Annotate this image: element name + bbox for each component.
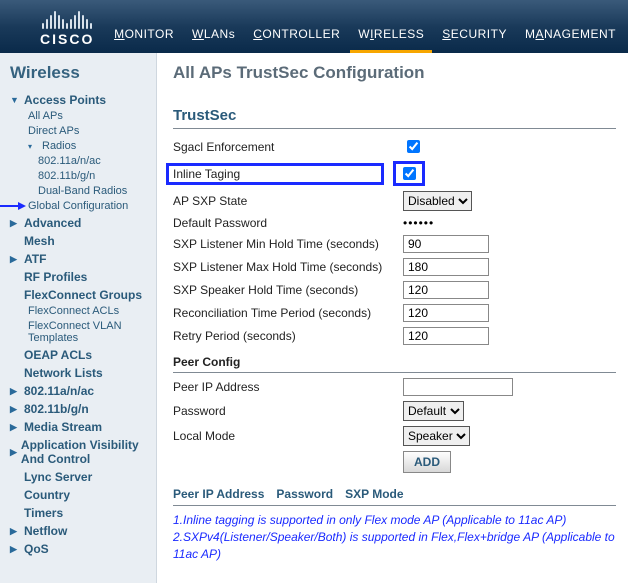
sidebar-item-80211b[interactable]: ▶802.11b/g/n [10, 402, 150, 416]
page-title: All APs TrustSec Configuration [173, 63, 616, 83]
nav-management[interactable]: MANAGEMENT [523, 23, 618, 47]
sidebar-item-radio-11a[interactable]: 802.11a/n/ac [28, 155, 150, 167]
caret-right-icon: ▶ [10, 404, 20, 415]
caret-right-icon: ▶ [10, 544, 20, 555]
input-reconciliation[interactable] [403, 304, 489, 322]
nav-wireless[interactable]: WIRELESS [356, 23, 426, 47]
nav-controller[interactable]: CONTROLLER [251, 23, 342, 47]
input-listener-min-hold[interactable] [403, 235, 489, 253]
sidebar-item-radios[interactable]: ▾Radios [28, 140, 150, 152]
section-peer-config: Peer Config [173, 351, 616, 373]
label-peer-ip: Peer IP Address [173, 380, 403, 394]
input-speaker-hold[interactable] [403, 281, 489, 299]
col-password: Password [276, 487, 333, 501]
arrow-right-icon [0, 201, 22, 211]
sidebar-item-qos[interactable]: ▶QoS [10, 542, 150, 556]
sidebar-item-oeap-acls[interactable]: OEAP ACLs [10, 348, 150, 362]
caret-down-icon: ▼ [10, 95, 20, 105]
sidebar-item-flexconnect-groups[interactable]: FlexConnect Groups [10, 288, 150, 302]
sidebar-item-80211a[interactable]: ▶802.11a/n/ac [10, 384, 150, 398]
footnotes: 1.Inline tagging is supported in only Fl… [173, 512, 616, 562]
label-default-password: Default Password [173, 216, 403, 230]
label-retry: Retry Period (seconds) [173, 329, 403, 343]
sidebar-title: Wireless [10, 63, 150, 83]
label-listener-min: SXP Listener Min Hold Time (seconds) [173, 237, 403, 251]
input-listener-max-hold[interactable] [403, 258, 489, 276]
sidebar-item-flexconnect-vlan[interactable]: FlexConnect VLAN Templates [28, 320, 150, 344]
sidebar-item-media-stream[interactable]: ▶Media Stream [10, 420, 150, 434]
sidebar-label: Access Points [24, 93, 106, 107]
sidebar-item-mesh[interactable]: Mesh [10, 234, 150, 248]
section-trustsec: TrustSec [173, 101, 616, 129]
sidebar-item-atf[interactable]: ▶ATF [10, 252, 150, 266]
brand-text: CISCO [40, 31, 94, 47]
caret-right-icon: ▶ [10, 422, 20, 433]
content-area: All APs TrustSec Configuration TrustSec … [157, 53, 628, 583]
label-listener-max: SXP Listener Max Hold Time (seconds) [173, 260, 403, 274]
sidebar-item-netflow[interactable]: ▶Netflow [10, 524, 150, 538]
sidebar-item-app-visibility[interactable]: ▶Application Visibility And Control [10, 438, 150, 466]
sidebar-item-all-aps[interactable]: All APs [28, 110, 150, 122]
input-retry-period[interactable] [403, 327, 489, 345]
checkbox-inline-tagging[interactable] [403, 167, 416, 180]
sidebar-item-advanced[interactable]: ▶Advanced [10, 216, 150, 230]
caret-right-icon: ▶ [10, 447, 17, 458]
select-peer-password[interactable]: Default [403, 401, 464, 421]
label-speaker-hold: SXP Speaker Hold Time (seconds) [173, 283, 403, 297]
sidebar-item-access-points[interactable]: ▼ Access Points [10, 93, 150, 107]
sidebar-item-flexconnect-acls[interactable]: FlexConnect ACLs [28, 305, 150, 317]
sidebar-item-country[interactable]: Country [10, 488, 150, 502]
caret-right-icon: ▶ [10, 218, 20, 229]
label-sxp-state: AP SXP State [173, 194, 403, 208]
col-sxp-mode: SXP Mode [345, 487, 403, 501]
sidebar-item-radio-dual[interactable]: Dual-Band Radios [28, 185, 150, 197]
checkbox-sgacl-enforcement[interactable] [407, 140, 420, 153]
nav-monitor[interactable]: MONITOR [112, 23, 176, 47]
add-button[interactable]: ADD [403, 451, 451, 473]
label-inline-tagging: Inline Taging [166, 163, 384, 185]
nav-wlans[interactable]: WLANs [190, 23, 237, 47]
select-local-mode[interactable]: Speaker [403, 426, 470, 446]
value-default-password: •••••• [403, 216, 434, 230]
caret-right-icon: ▶ [10, 386, 20, 397]
label-peer-password: Password [173, 404, 403, 418]
select-ap-sxp-state[interactable]: Disabled [403, 191, 472, 211]
caret-right-icon: ▶ [10, 254, 20, 265]
sidebar-item-global-config[interactable]: Global Configuration [28, 200, 150, 212]
sidebar-item-rf-profiles[interactable]: RF Profiles [10, 270, 150, 284]
caret-right-icon: ▶ [10, 526, 20, 537]
peer-table-header: Peer IP Address Password SXP Mode [173, 483, 616, 506]
brand-logo: CISCO [0, 11, 94, 53]
label-reconciliation: Reconciliation Time Period (seconds) [173, 306, 403, 320]
caret-down-icon: ▾ [28, 142, 38, 151]
cisco-bars-icon [42, 11, 92, 29]
footnote-1: 1.Inline tagging is supported in only Fl… [173, 512, 616, 529]
footnote-2: 2.SXPv4(Listener/Speaker/Both) is suppor… [173, 529, 616, 563]
sidebar-item-radio-11b[interactable]: 802.11b/g/n [28, 170, 150, 182]
nav-security[interactable]: SECURITY [440, 23, 509, 47]
label-sgacl: Sgacl Enforcement [173, 140, 403, 154]
label-local-mode: Local Mode [173, 429, 403, 443]
app-header: CISCO MONITOR WLANs CONTROLLER WIRELESS … [0, 0, 628, 53]
input-peer-ip[interactable] [403, 378, 513, 396]
sidebar: Wireless ▼ Access Points All APs Direct … [0, 53, 157, 583]
sidebar-item-lync-server[interactable]: Lync Server [10, 470, 150, 484]
col-peer-ip: Peer IP Address [173, 487, 264, 501]
sidebar-item-network-lists[interactable]: Network Lists [10, 366, 150, 380]
sidebar-item-timers[interactable]: Timers [10, 506, 150, 520]
sidebar-item-direct-aps[interactable]: Direct APs [28, 125, 150, 137]
top-nav: MONITOR WLANs CONTROLLER WIRELESS SECURI… [112, 23, 618, 53]
